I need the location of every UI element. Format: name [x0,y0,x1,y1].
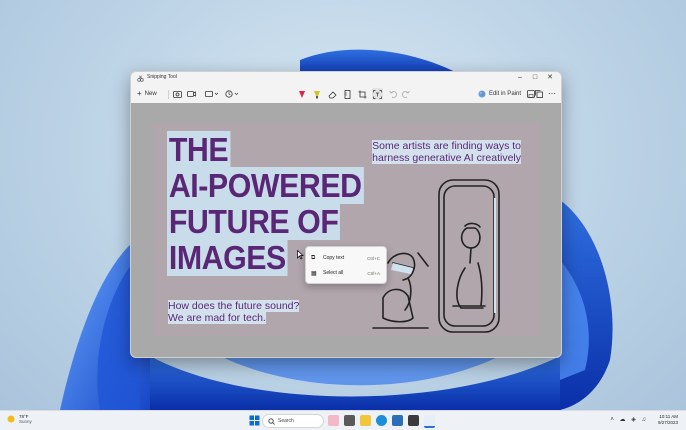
clock[interactable]: 10:11 AM 9/27/2023 [658,414,678,426]
task-view-icon[interactable] [344,415,355,426]
toolbar-divider [168,90,169,99]
title-bar[interactable]: Snipping Tool – □ ✕ [131,72,561,85]
edge-browser-icon[interactable] [376,415,387,426]
weather-condition: Sunny [19,419,32,424]
timer-dropdown-icon[interactable] [225,88,239,100]
start-button-icon[interactable] [249,415,260,426]
canvas-area: THE AI-POWERED FUTURE OF IMAGES Some art… [131,103,561,357]
close-icon[interactable]: ✕ [543,73,557,83]
select-all-icon: ▦ [311,270,317,277]
save-icon[interactable] [527,88,535,100]
headline-line-2[interactable]: AI-POWERED [167,167,364,204]
maximize-icon[interactable]: □ [528,73,542,83]
new-button[interactable]: + New [137,88,163,100]
more-options-icon[interactable]: ⋯ [548,88,556,100]
text-actions-icon[interactable] [372,88,383,100]
headline-line-4[interactable]: IMAGES [167,239,288,276]
undo-icon[interactable] [389,88,397,100]
redo-icon[interactable] [402,88,410,100]
taskbar-search-box[interactable]: Search [262,414,324,428]
search-placeholder: Search [278,418,294,424]
mouse-cursor-icon [297,250,304,260]
headline-line-1[interactable]: THE [167,131,231,168]
context-menu: ⧉ Copy text Ctrl+C ▦ Select all Ctrl+A [305,246,387,284]
copy-text-shortcut: Ctrl+C [367,255,380,261]
snipping-tool-taskbar-icon[interactable] [424,415,435,428]
highlighter-icon[interactable] [313,88,321,100]
minimize-icon[interactable]: – [513,73,527,83]
weather-widget[interactable]: 78°F Sunny [6,414,32,424]
ballpoint-pen-icon[interactable] [298,88,306,100]
edit-in-paint-label: Edit in Paint [488,91,521,97]
copy-text-icon: ⧉ [311,254,316,261]
file-explorer-icon[interactable] [360,415,371,426]
snip-mode-camera-icon[interactable] [173,88,182,100]
paint-icon [478,90,486,98]
select-all-shortcut: Ctrl+A [367,270,380,276]
captured-image: THE AI-POWERED FUTURE OF IMAGES Some art… [153,123,539,336]
eraser-icon[interactable] [328,88,337,100]
search-icon [268,417,275,425]
copy-icon[interactable] [535,88,543,100]
snipping-tool-app-icon [137,75,144,82]
bing-chat-icon[interactable] [328,415,339,426]
clock-date: 9/27/2023 [657,420,678,425]
toolbar: + New Edit in Paint ⋯ [131,85,561,104]
capture-bottom-text[interactable]: How does the future sound? We are mad fo… [168,300,300,324]
plus-icon: + [137,89,142,98]
copy-text-label: Copy text [323,255,345,261]
edit-in-paint-button[interactable]: Edit in Paint [478,88,521,100]
context-menu-copy-text[interactable]: ⧉ Copy text Ctrl+C [306,251,386,265]
select-all-label: Select all [323,270,344,276]
capture-subtitle[interactable]: Some artists are finding ways to harness… [372,140,521,164]
snipping-tool-window: Snipping Tool – □ ✕ + New Edit in Paint … [130,71,562,358]
window-title: Snipping Tool [147,74,177,80]
context-menu-select-all[interactable]: ▦ Select all Ctrl+A [306,266,386,280]
camera-app-icon[interactable] [408,415,419,426]
ruler-icon[interactable] [343,88,352,100]
microsoft-store-icon[interactable] [392,415,403,426]
headline-line-3[interactable]: FUTURE OF [167,203,341,240]
new-button-label: New [144,91,157,97]
crop-icon[interactable] [358,88,367,100]
record-video-icon[interactable] [187,88,196,100]
snip-shape-dropdown-icon[interactable] [205,88,219,100]
sun-icon [7,415,15,423]
system-tray-icons[interactable]: ˄ ☁ ◈ ♫ [610,416,648,423]
taskbar: 78°F Sunny Search ˄ ☁ ◈ ♫ 10:11 AM 9/27/… [0,410,686,430]
